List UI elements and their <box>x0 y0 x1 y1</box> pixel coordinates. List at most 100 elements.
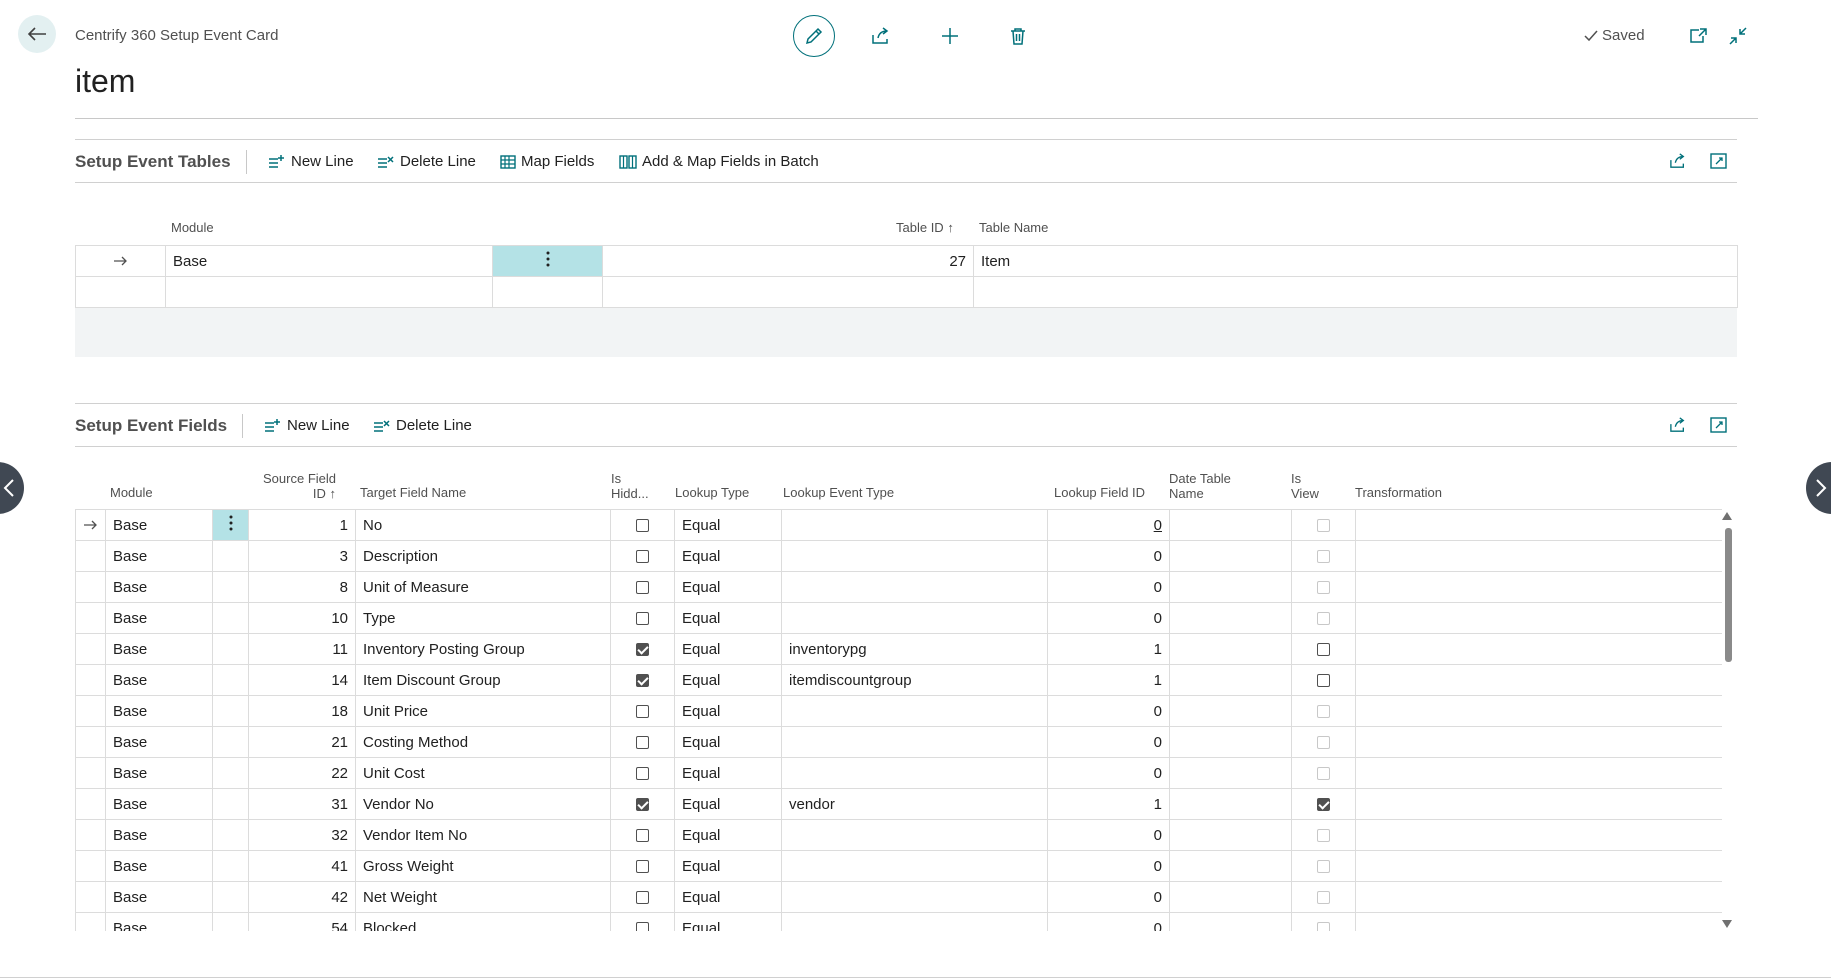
table-row[interactable]: Base 41 Gross Weight Equal 0 <box>75 850 1722 882</box>
cell-lookup-event-type[interactable] <box>781 819 1048 851</box>
next-record-button[interactable] <box>1806 462 1831 514</box>
table-cell-actions[interactable] <box>492 276 603 308</box>
col-header-lookup-field-id[interactable]: Lookup Field ID <box>1054 485 1145 500</box>
cell-source-field-id[interactable]: 21 <box>248 726 356 758</box>
is-hidden-checkbox[interactable] <box>636 581 649 595</box>
table-cell-module[interactable] <box>165 276 493 308</box>
table-row[interactable]: Base 21 Costing Method Equal 0 <box>75 726 1722 758</box>
cell-target-field-name[interactable]: Vendor Item No <box>355 819 611 851</box>
cell-lookup-type[interactable]: Equal <box>674 509 782 541</box>
cell-is-view[interactable] <box>1291 726 1356 758</box>
scrollbar-thumb[interactable] <box>1725 528 1732 662</box>
cell-transformation[interactable] <box>1355 695 1722 727</box>
previous-record-button[interactable] <box>0 462 24 514</box>
cell-transformation[interactable] <box>1355 664 1722 696</box>
row-actions-button[interactable] <box>212 633 249 665</box>
cell-target-field-name[interactable]: Description <box>355 540 611 572</box>
cell-is-view[interactable] <box>1291 881 1356 913</box>
cell-transformation[interactable] <box>1355 540 1722 572</box>
cell-lookup-event-type[interactable]: itemdiscountgroup <box>781 664 1048 696</box>
cell-lookup-type[interactable]: Equal <box>674 757 782 789</box>
cell-is-hidden[interactable] <box>610 788 675 820</box>
cell-module[interactable]: Base <box>105 509 213 541</box>
cell-source-field-id[interactable]: 1 <box>248 509 356 541</box>
cell-lookup-type[interactable]: Equal <box>674 912 782 931</box>
cell-lookup-field-id[interactable]: 1 <box>1047 788 1170 820</box>
table-row[interactable]: Base 32 Vendor Item No Equal 0 <box>75 819 1722 851</box>
col-header-date-table-name[interactable]: Date Table Name <box>1169 471 1231 501</box>
cell-lookup-event-type[interactable] <box>781 540 1048 572</box>
cell-lookup-event-type[interactable]: vendor <box>781 788 1048 820</box>
col-header-table-id[interactable]: Table ID ↑ <box>896 220 954 235</box>
back-button[interactable] <box>18 15 56 53</box>
cell-is-hidden[interactable] <box>610 633 675 665</box>
cell-lookup-event-type[interactable] <box>781 850 1048 882</box>
table-row[interactable]: Base 42 Net Weight Equal 0 <box>75 881 1722 913</box>
cell-module[interactable]: Base <box>105 540 213 572</box>
cell-source-field-id[interactable]: 10 <box>248 602 356 634</box>
fields-grid-viewport[interactable]: Base 1 No Equal 0 Base 3 Description Equal 0 Base 8… <box>75 509 1722 931</box>
table-cell-table-id[interactable]: 27 <box>602 245 974 277</box>
cell-source-field-id[interactable]: 42 <box>248 881 356 913</box>
row-actions-button[interactable] <box>212 912 249 931</box>
scroll-up-button[interactable] <box>1722 512 1732 520</box>
cell-lookup-field-id[interactable]: 0 <box>1047 509 1170 541</box>
row-actions-button[interactable] <box>212 509 249 541</box>
table-cell-module[interactable]: Base <box>165 245 493 277</box>
table-row[interactable]: Base 54 Blocked Equal 0 <box>75 912 1722 931</box>
cell-is-view[interactable] <box>1291 912 1356 931</box>
cell-lookup-event-type[interactable] <box>781 571 1048 603</box>
cell-is-hidden[interactable] <box>610 881 675 913</box>
cell-source-field-id[interactable]: 22 <box>248 757 356 789</box>
row-actions-button[interactable] <box>212 540 249 572</box>
cell-is-hidden[interactable] <box>610 819 675 851</box>
cell-module[interactable]: Base <box>105 881 213 913</box>
cell-module[interactable]: Base <box>105 726 213 758</box>
cell-lookup-type[interactable]: Equal <box>674 819 782 851</box>
cell-lookup-type[interactable]: Equal <box>674 633 782 665</box>
cell-source-field-id[interactable]: 32 <box>248 819 356 851</box>
cell-module[interactable]: Base <box>105 633 213 665</box>
new-button[interactable] <box>935 21 965 51</box>
cell-is-hidden[interactable] <box>610 850 675 882</box>
cell-date-table-name[interactable] <box>1169 695 1292 727</box>
col-header-module[interactable]: Module <box>110 485 153 500</box>
cell-source-field-id[interactable]: 14 <box>248 664 356 696</box>
edit-button[interactable] <box>793 15 835 57</box>
cell-lookup-field-id[interactable]: 1 <box>1047 664 1170 696</box>
is-view-checkbox[interactable] <box>1317 643 1330 657</box>
tables-share-button[interactable] <box>1665 148 1691 174</box>
cell-lookup-event-type[interactable] <box>781 509 1048 541</box>
cell-is-view[interactable] <box>1291 664 1356 696</box>
cell-module[interactable]: Base <box>105 757 213 789</box>
table-row-empty[interactable] <box>75 276 1738 308</box>
cell-is-hidden[interactable] <box>610 540 675 572</box>
cell-target-field-name[interactable]: Inventory Posting Group <box>355 633 611 665</box>
cell-date-table-name[interactable] <box>1169 912 1292 931</box>
cell-lookup-field-id[interactable]: 0 <box>1047 602 1170 634</box>
map-fields-button[interactable]: Map Fields <box>500 153 594 170</box>
cell-lookup-field-id[interactable]: 0 <box>1047 726 1170 758</box>
row-actions-button[interactable] <box>212 757 249 789</box>
cell-transformation[interactable] <box>1355 912 1722 931</box>
cell-date-table-name[interactable] <box>1169 571 1292 603</box>
table-row[interactable]: Base 3 Description Equal 0 <box>75 540 1722 572</box>
row-actions-button[interactable] <box>212 788 249 820</box>
col-header-lookup-event-type[interactable]: Lookup Event Type <box>783 485 894 500</box>
cell-is-hidden[interactable] <box>610 509 675 541</box>
row-actions-button[interactable] <box>212 602 249 634</box>
is-hidden-checkbox[interactable] <box>636 705 649 719</box>
cell-lookup-event-type[interactable] <box>781 757 1048 789</box>
is-hidden-checkbox[interactable] <box>636 736 649 750</box>
fields-new-line-button[interactable]: New Line <box>264 417 350 434</box>
cell-lookup-type[interactable]: Equal <box>674 664 782 696</box>
table-row[interactable]: Base 11 Inventory Posting Group Equal invent… <box>75 633 1722 665</box>
row-actions-button[interactable] <box>212 664 249 696</box>
cell-date-table-name[interactable] <box>1169 757 1292 789</box>
is-hidden-checkbox[interactable] <box>636 922 649 931</box>
cell-lookup-type[interactable]: Equal <box>674 726 782 758</box>
cell-is-view[interactable] <box>1291 633 1356 665</box>
table-row[interactable]: Base 22 Unit Cost Equal 0 <box>75 757 1722 789</box>
cell-target-field-name[interactable]: No <box>355 509 611 541</box>
cell-source-field-id[interactable]: 3 <box>248 540 356 572</box>
